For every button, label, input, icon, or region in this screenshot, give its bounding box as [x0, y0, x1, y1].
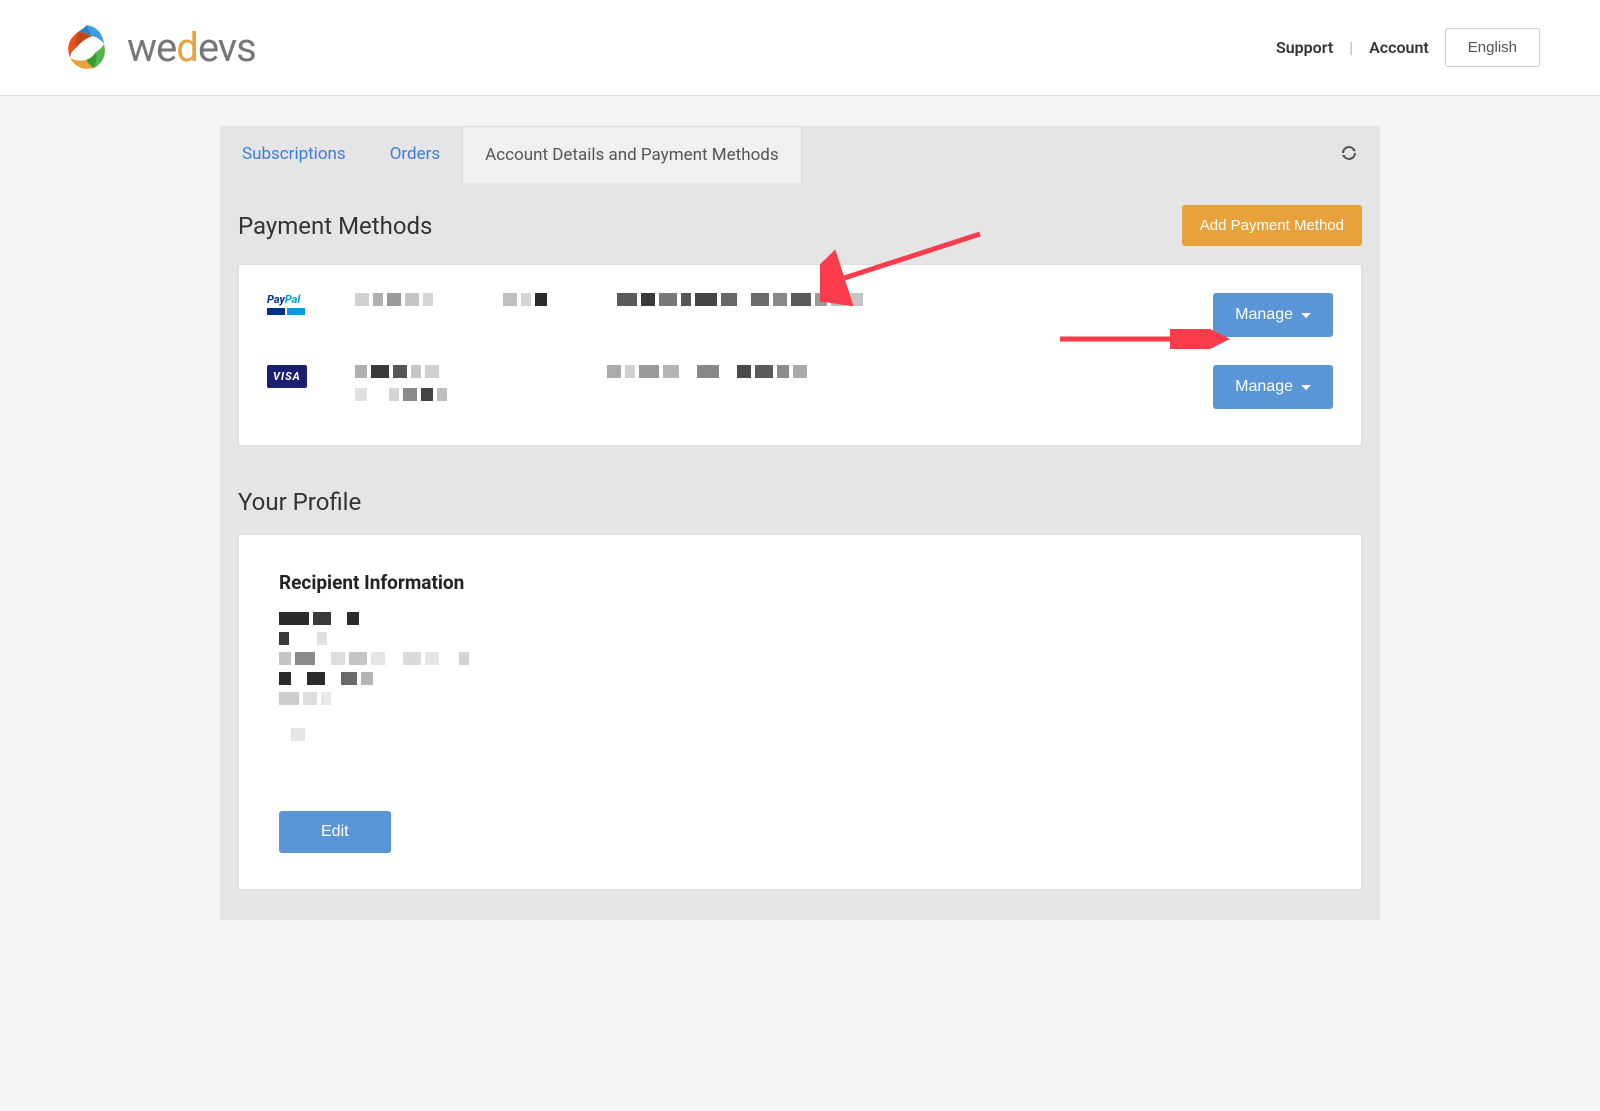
logo-icon: [60, 20, 115, 75]
caret-down-icon: [1301, 313, 1311, 318]
brand-prefix: we: [127, 24, 176, 71]
header-right: Support | Account English: [1276, 28, 1540, 67]
profile-title: Your Profile: [220, 474, 1380, 534]
manage-button-visa[interactable]: Manage: [1213, 365, 1333, 409]
manage-button-label: Manage: [1235, 378, 1293, 396]
paypal-icon: PayPal: [267, 293, 315, 315]
header-separator: |: [1349, 38, 1353, 57]
visa-icon: VISA: [267, 365, 315, 388]
support-link[interactable]: Support: [1276, 38, 1333, 57]
payment-row-visa: VISA: [267, 365, 1333, 409]
manage-button-paypal[interactable]: Manage: [1213, 293, 1333, 337]
payment-methods-header: Payment Methods Add Payment Method: [220, 183, 1380, 264]
page-header: wedevs Support | Account English: [0, 0, 1600, 96]
brand-highlight: d: [176, 24, 198, 71]
payment-methods-title: Payment Methods: [238, 212, 432, 240]
tab-orders[interactable]: Orders: [368, 126, 462, 183]
brand-text: wedevs: [127, 24, 256, 71]
recipient-info-heading: Recipient Information: [279, 571, 1321, 594]
profile-section: Your Profile Recipient Information: [220, 474, 1380, 890]
profile-card: Recipient Information: [238, 534, 1362, 890]
paypal-brand: PayPal: [267, 293, 300, 306]
add-payment-method-button[interactable]: Add Payment Method: [1182, 205, 1362, 246]
account-link[interactable]: Account: [1369, 38, 1429, 57]
refresh-icon[interactable]: [1340, 144, 1358, 166]
payment-methods-card: PayPal: [238, 264, 1362, 446]
tab-account-details[interactable]: Account Details and Payment Methods: [462, 126, 802, 183]
visa-brand: VISA: [267, 365, 307, 388]
paypal-stripes: [267, 308, 305, 315]
paypal-pal: Pal: [285, 293, 300, 306]
tabs: Subscriptions Orders Account Details and…: [220, 126, 802, 183]
profile-redacted-info: [279, 612, 1321, 741]
brand-logo[interactable]: wedevs: [60, 20, 256, 75]
edit-profile-button[interactable]: Edit: [279, 811, 391, 853]
caret-down-icon: [1301, 385, 1311, 390]
manage-button-label: Manage: [1235, 306, 1293, 324]
content-area: Payment Methods Add Payment Method PayPa…: [220, 183, 1380, 920]
visa-redacted-info: [355, 365, 1173, 401]
tab-subscriptions[interactable]: Subscriptions: [220, 126, 368, 183]
payment-row-paypal: PayPal: [267, 293, 1333, 337]
brand-suffix: evs: [198, 24, 256, 71]
language-button[interactable]: English: [1445, 28, 1540, 67]
tabs-panel: Subscriptions Orders Account Details and…: [220, 126, 1380, 183]
paypal-pay: Pay: [267, 293, 285, 306]
paypal-redacted-info: [355, 293, 1173, 306]
main-container: Subscriptions Orders Account Details and…: [200, 126, 1400, 920]
